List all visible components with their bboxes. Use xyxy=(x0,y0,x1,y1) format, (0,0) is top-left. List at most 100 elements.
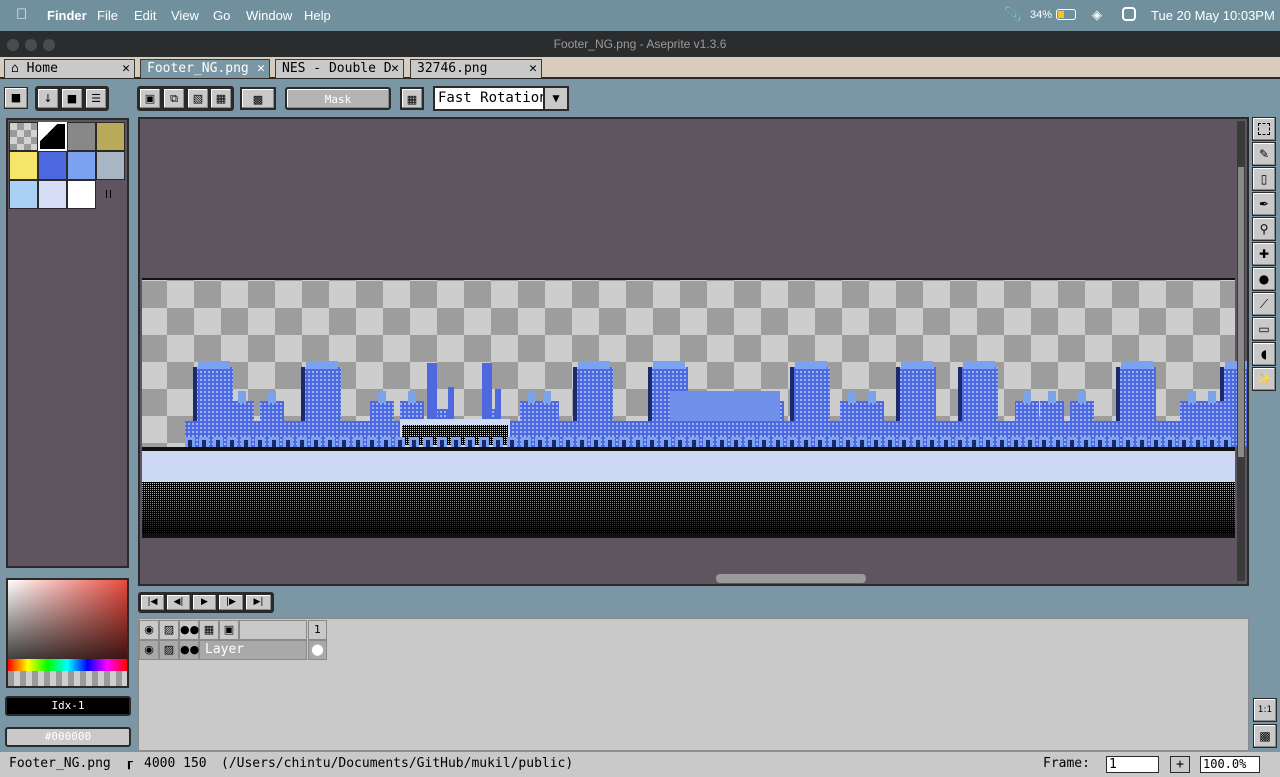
color-picker[interactable] xyxy=(6,578,129,688)
toggle-onion-header[interactable]: ●● xyxy=(179,620,199,640)
frame-input[interactable]: 1 xyxy=(1106,756,1159,773)
line-tool[interactable]: ⟋ xyxy=(1252,292,1276,316)
close-tab-icon[interactable]: ✕ xyxy=(257,60,265,78)
alpha-slider[interactable] xyxy=(8,671,127,686)
close-tab-icon[interactable]: ✕ xyxy=(529,60,537,78)
frame-header[interactable]: 1 xyxy=(308,620,327,640)
menu-help[interactable]: Help xyxy=(304,8,331,23)
menu-window[interactable]: Window xyxy=(246,8,292,23)
palette-resize-handle[interactable] xyxy=(106,190,111,198)
color-index-field[interactable]: Idx-1 xyxy=(5,696,131,716)
transparent-color-button[interactable]: ▦ xyxy=(400,87,424,110)
building-block xyxy=(408,391,416,403)
palette-menu-button[interactable]: ☰ xyxy=(85,88,107,109)
close-tab-icon[interactable]: ✕ xyxy=(391,60,399,78)
mask-button[interactable]: Mask xyxy=(285,87,391,110)
palette-swatch[interactable] xyxy=(67,180,96,209)
minimize-window-icon[interactable] xyxy=(25,39,37,51)
menu-view[interactable]: View xyxy=(171,8,199,23)
subtract-selection-button[interactable]: ▧ xyxy=(187,88,209,109)
next-frame-button[interactable]: |▶ xyxy=(218,594,244,611)
zoom-window-icon[interactable] xyxy=(43,39,55,51)
frame-options-button[interactable]: ▣ xyxy=(219,620,239,640)
chevron-down-icon[interactable]: ▼ xyxy=(543,88,567,109)
lock-icon: ■ xyxy=(10,91,22,104)
layer-cel[interactable]: ⬤ xyxy=(308,640,327,660)
palette-swatch[interactable] xyxy=(38,151,67,180)
eraser-tool[interactable]: ▯ xyxy=(1252,167,1276,191)
menu-file[interactable]: File xyxy=(97,8,118,23)
paperclip-icon[interactable]: 📎 xyxy=(1004,6,1021,23)
canvas-editor[interactable] xyxy=(138,117,1249,586)
move-tool[interactable]: ✚ xyxy=(1252,242,1276,266)
palette-swatch[interactable] xyxy=(38,180,67,209)
building-block xyxy=(1182,440,1186,447)
control-center-icon[interactable] xyxy=(1122,7,1136,21)
intersect-selection-button[interactable]: ▦ xyxy=(210,88,232,109)
contour-tool[interactable]: ◖ xyxy=(1252,342,1276,366)
lock-palette-button[interactable]: ■ xyxy=(4,87,28,109)
layer-continuous-toggle[interactable]: ●● xyxy=(179,640,199,660)
actual-size-button[interactable]: 1:1 xyxy=(1253,698,1277,722)
menu-app-name[interactable]: Finder xyxy=(47,8,87,23)
tab-32746[interactable]: 32746.png ✕ xyxy=(410,59,542,78)
play-button[interactable]: ▶ xyxy=(192,594,217,611)
previous-frame-button[interactable]: ◀| xyxy=(166,594,191,611)
vertical-scrollbar-thumb[interactable] xyxy=(1238,167,1244,457)
hue-slider[interactable] xyxy=(8,659,127,671)
building-block xyxy=(776,440,780,447)
building-block xyxy=(986,440,990,447)
building-block xyxy=(944,440,948,447)
timeline-toggle-button[interactable]: ▩ xyxy=(1253,724,1277,748)
tab-footer-ng[interactable]: Footer_NG.png ✕ xyxy=(140,59,270,78)
tab-nes-double-d[interactable]: NES - Double D ✕ xyxy=(275,59,404,78)
tab-label: NES - Double D xyxy=(282,61,392,76)
menu-go[interactable]: Go xyxy=(213,8,230,23)
layer-lock-toggle[interactable]: ▨ xyxy=(159,640,179,660)
palette-swatch[interactable] xyxy=(9,151,38,180)
pivot-button[interactable]: ▩ xyxy=(240,87,276,110)
palette-options-button[interactable]: ↓ xyxy=(37,88,59,109)
palette-swatch[interactable] xyxy=(96,151,125,180)
palette-swatch[interactable] xyxy=(96,122,125,151)
close-tab-icon[interactable]: ✕ xyxy=(122,60,130,78)
new-frame-button[interactable]: + xyxy=(1170,756,1190,773)
apple-icon[interactable]:  xyxy=(16,6,27,23)
menu-datetime[interactable]: Tue 20 May 10:03PM xyxy=(1151,8,1275,23)
close-window-icon[interactable] xyxy=(7,39,19,51)
pencil-tool[interactable]: ✎ xyxy=(1252,142,1276,166)
building-block xyxy=(1078,391,1086,403)
first-frame-button[interactable]: |◀ xyxy=(140,594,165,611)
onion-skin-button[interactable]: ▦ xyxy=(199,620,219,640)
color-hex-field[interactable]: #000000 xyxy=(5,727,131,747)
menu-edit[interactable]: Edit xyxy=(134,8,156,23)
tab-home[interactable]: ⌂ Home ✕ xyxy=(4,59,135,78)
replace-selection-button[interactable]: ▣ xyxy=(139,88,161,109)
zoom-tool[interactable]: ⚲ xyxy=(1252,217,1276,241)
add-selection-button[interactable]: ⧉ xyxy=(163,88,185,109)
battery-icon[interactable] xyxy=(1056,9,1076,20)
eyedropper-tool[interactable]: ✒ xyxy=(1252,192,1276,216)
palette-swatch[interactable] xyxy=(67,151,96,180)
building-block xyxy=(524,440,528,447)
rectangular-marquee-tool[interactable] xyxy=(1252,117,1276,141)
last-frame-button[interactable]: ▶| xyxy=(245,594,272,611)
layer-visibility-toggle[interactable]: ◉ xyxy=(139,640,159,660)
zoom-input[interactable]: 100.0% xyxy=(1200,756,1260,773)
spray-tool[interactable]: ✨ xyxy=(1252,367,1276,391)
sprite-canvas[interactable] xyxy=(140,119,1247,584)
paint-bucket-tool[interactable]: ● xyxy=(1252,267,1276,291)
palette-sort-button[interactable]: ■ xyxy=(61,88,83,109)
palette-swatch[interactable] xyxy=(9,180,38,209)
wifi-icon[interactable]: ◈ xyxy=(1092,7,1102,23)
rotation-algorithm-select[interactable]: Fast Rotation ▼ xyxy=(433,86,569,111)
palette-swatch[interactable] xyxy=(38,122,67,151)
toggle-lock-header[interactable]: ▨ xyxy=(159,620,179,640)
horizontal-scrollbar-thumb[interactable] xyxy=(716,574,866,583)
building-block xyxy=(268,391,276,403)
layer-name[interactable]: Layer xyxy=(199,640,307,660)
toggle-visibility-header[interactable]: ◉ xyxy=(139,620,159,640)
rectangle-tool[interactable]: ▭ xyxy=(1252,317,1276,341)
palette-swatch[interactable] xyxy=(67,122,96,151)
palette-swatch-transparent[interactable] xyxy=(9,122,38,151)
